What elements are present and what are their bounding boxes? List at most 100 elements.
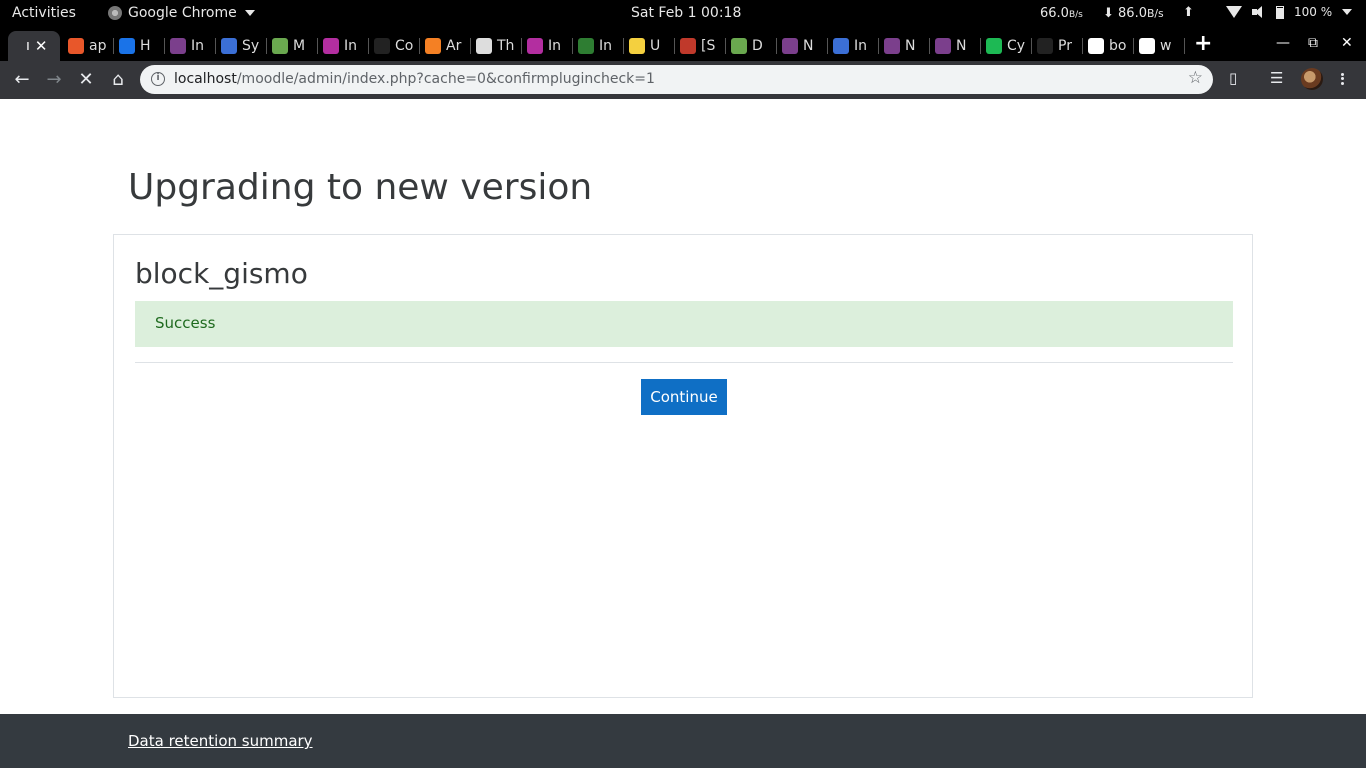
minimize-button[interactable]: — <box>1276 35 1290 51</box>
tab-label: bo <box>1109 38 1127 54</box>
tab-separator <box>878 38 879 54</box>
bookmark-star-icon[interactable]: ☆ <box>1188 68 1203 88</box>
tab-favicon-icon <box>1037 38 1053 54</box>
tab-separator <box>674 38 675 54</box>
wifi-icon <box>1226 6 1242 18</box>
system-top-bar: Activities Google Chrome Sat Feb 1 00:18… <box>0 0 1366 27</box>
continue-button[interactable]: Continue <box>641 379 727 415</box>
tab-favicon-icon <box>221 38 237 54</box>
app-menu[interactable]: Google Chrome <box>108 5 255 21</box>
tab-label: Sy <box>242 38 260 54</box>
browser-tab[interactable]: In <box>833 31 879 61</box>
home-icon[interactable]: ⌂ <box>106 68 130 92</box>
browser-tab[interactable]: H <box>119 31 165 61</box>
browser-tab[interactable]: In <box>578 31 624 61</box>
chevron-down-icon <box>244 10 255 16</box>
tab-label: w <box>1160 38 1172 54</box>
tab-separator <box>827 38 828 54</box>
info-icon[interactable]: i <box>151 72 165 86</box>
profile-avatar[interactable] <box>1301 68 1323 90</box>
tab-separator <box>1184 38 1185 54</box>
tab-separator <box>113 38 114 54</box>
browser-tab[interactable]: N <box>884 31 930 61</box>
extension-icon[interactable]: ▯ <box>1229 69 1237 87</box>
tab-favicon-icon <box>629 38 645 54</box>
browser-tab[interactable]: M <box>272 31 318 61</box>
browser-tab[interactable]: Co <box>374 31 420 61</box>
tab-separator <box>317 38 318 54</box>
browser-tab[interactable]: bo <box>1088 31 1134 61</box>
stop-loading-icon[interactable]: ✕ <box>74 68 98 92</box>
tab-strip: ı ✕ ap H In Sy M In Co Ar Th In In U [S D N In N N Cy Pr bo w <box>0 27 1366 61</box>
tab-label: In <box>191 38 205 54</box>
tab-separator <box>521 38 522 54</box>
tab-label: Co <box>395 38 414 54</box>
upload-arrow-icon: ⬆ <box>1183 5 1194 20</box>
tab-separator <box>929 38 930 54</box>
browser-tab[interactable]: ı ✕ <box>8 31 60 61</box>
activities-button[interactable]: Activities <box>12 5 76 21</box>
browser-tab[interactable]: U <box>629 31 675 61</box>
system-menu[interactable]: 100 % <box>1226 5 1353 19</box>
tab-favicon-icon <box>68 38 84 54</box>
tab-label: H <box>140 38 151 54</box>
browser-tab[interactable]: Ar <box>425 31 471 61</box>
tab-label: In <box>548 38 562 54</box>
browser-tab[interactable]: In <box>527 31 573 61</box>
tab-favicon-icon <box>782 38 798 54</box>
chevron-down-icon <box>1342 9 1353 15</box>
tab-favicon-icon <box>374 38 390 54</box>
browser-tab[interactable]: Th <box>476 31 522 61</box>
tab-favicon-icon <box>119 38 135 54</box>
close-tab-icon[interactable]: ✕ <box>35 37 48 55</box>
tab-label: U <box>650 38 661 54</box>
back-arrow-icon[interactable]: ← <box>10 68 34 92</box>
battery-percent: 100 % <box>1294 5 1333 19</box>
data-retention-link[interactable]: Data retention summary <box>128 732 313 750</box>
tab-favicon-icon <box>986 38 1002 54</box>
tab-label: N <box>803 38 814 54</box>
browser-tab[interactable]: Pr <box>1037 31 1083 61</box>
browser-tab[interactable]: In <box>323 31 369 61</box>
browser-tab[interactable]: In <box>170 31 216 61</box>
tab-label: Th <box>497 38 515 54</box>
plugin-name-heading: block_gismo <box>135 257 308 290</box>
browser-tab[interactable]: w <box>1139 31 1185 61</box>
tab-separator <box>572 38 573 54</box>
address-bar[interactable]: i localhost/moodle/admin/index.php?cache… <box>140 65 1213 94</box>
tab-separator <box>368 38 369 54</box>
tab-favicon-icon <box>731 38 747 54</box>
chrome-icon <box>108 6 122 20</box>
tab-separator <box>1031 38 1032 54</box>
tab-favicon-icon <box>935 38 951 54</box>
browser-tab[interactable]: Cy <box>986 31 1032 61</box>
browser-toolbar: ← → ✕ ⌂ i localhost/moodle/admin/index.p… <box>0 61 1366 99</box>
close-window-button[interactable]: ✕ <box>1341 35 1353 51</box>
new-tab-button[interactable]: + <box>1194 31 1212 56</box>
restore-button[interactable]: ⧉ <box>1308 35 1318 51</box>
forward-arrow-icon[interactable]: → <box>42 68 66 92</box>
tab-favicon-icon <box>272 38 288 54</box>
tab-separator <box>725 38 726 54</box>
volume-icon <box>1252 6 1266 18</box>
tab-label: M <box>293 38 306 54</box>
browser-tab[interactable]: Sy <box>221 31 267 61</box>
clock[interactable]: Sat Feb 1 00:18 <box>631 5 741 21</box>
browser-tab[interactable]: D <box>731 31 777 61</box>
browser-tab[interactable]: N <box>935 31 981 61</box>
browser-tab[interactable]: [S <box>680 31 726 61</box>
tab-separator <box>164 38 165 54</box>
media-control-icon[interactable]: ☰ <box>1270 69 1283 87</box>
tab-label: ı <box>26 38 30 54</box>
page-content: Upgrading to new version block_gismo Suc… <box>0 99 1366 714</box>
tab-favicon-icon <box>323 38 339 54</box>
browser-tab[interactable]: ap <box>68 31 114 61</box>
tab-favicon-icon <box>578 38 594 54</box>
tab-separator <box>266 38 267 54</box>
url-text[interactable]: localhost/moodle/admin/index.php?cache=0… <box>174 71 655 87</box>
browser-tab[interactable]: N <box>782 31 828 61</box>
menu-kebab-icon[interactable] <box>1338 68 1346 90</box>
tab-label: N <box>956 38 967 54</box>
tab-favicon-icon <box>527 38 543 54</box>
success-alert: Success <box>135 301 1233 347</box>
